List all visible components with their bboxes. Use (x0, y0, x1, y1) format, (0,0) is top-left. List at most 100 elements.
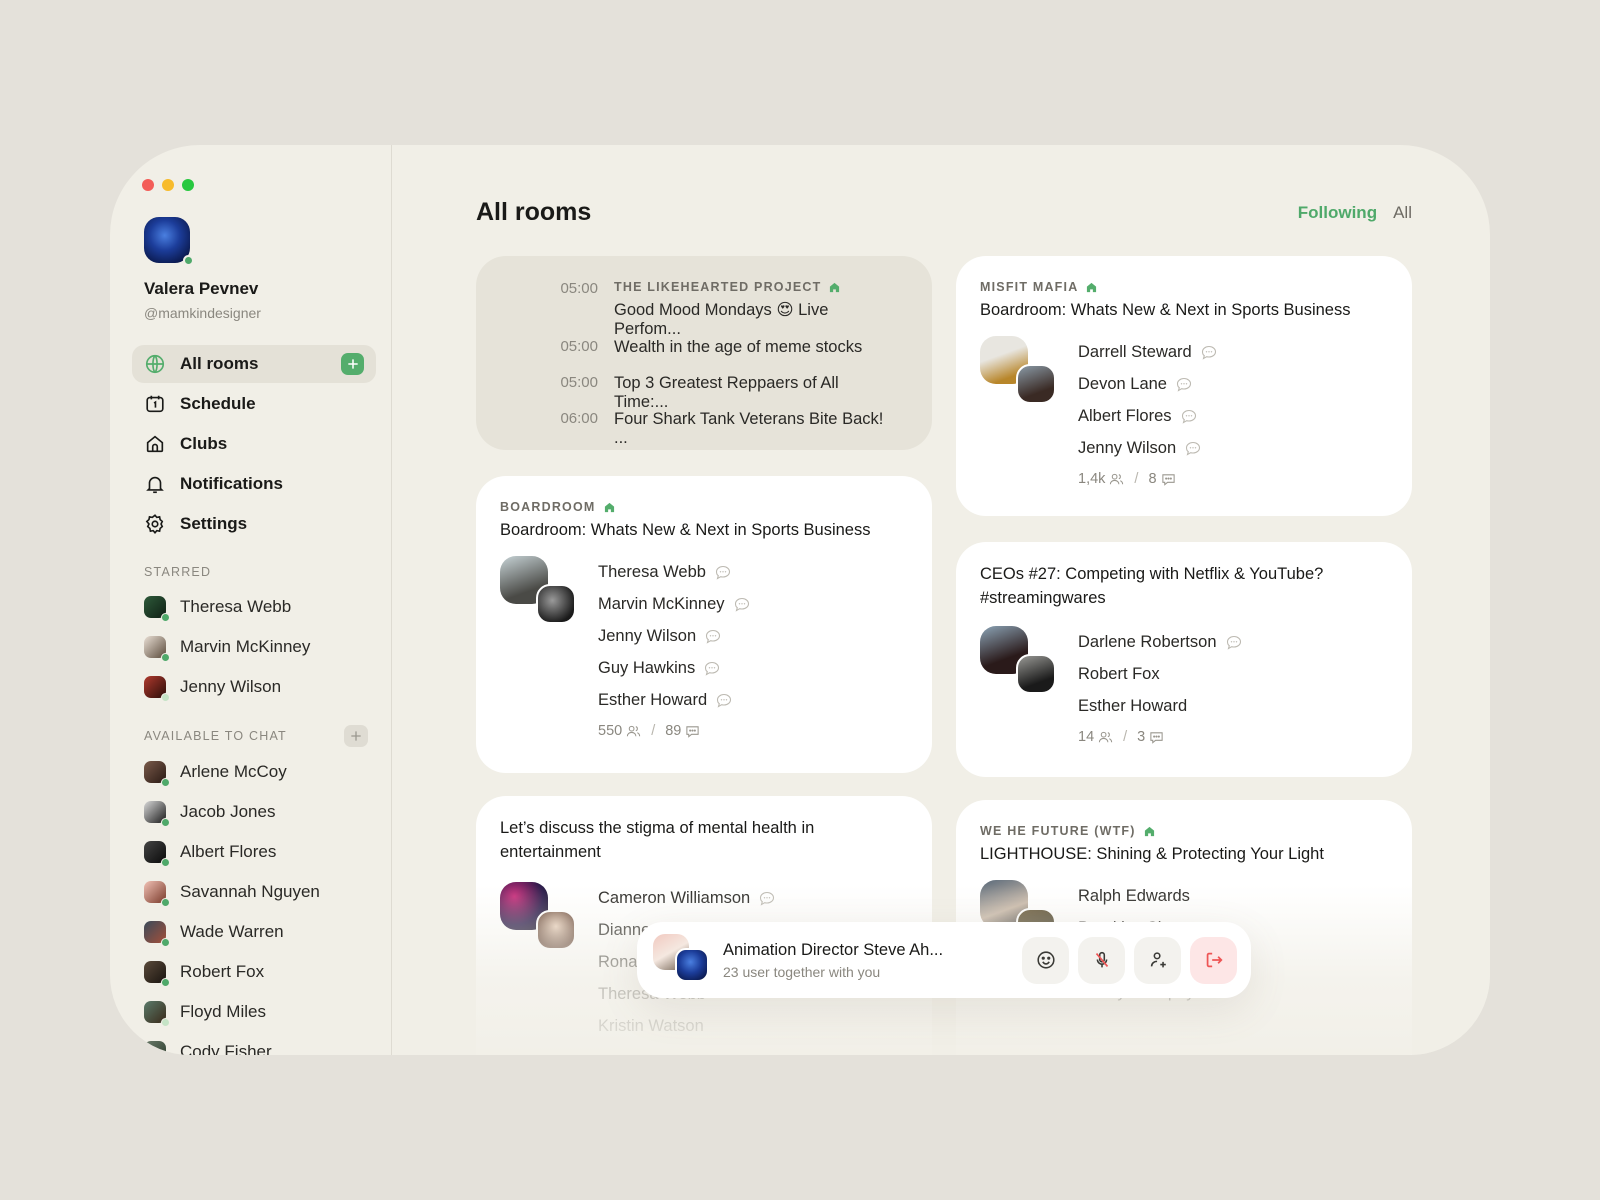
available-person[interactable]: Wade Warren (144, 912, 384, 952)
available-person[interactable]: Albert Flores (144, 832, 384, 872)
bell-icon (144, 473, 166, 495)
avatar (675, 948, 709, 982)
online-status-dot (161, 938, 170, 947)
avatar (144, 636, 170, 662)
online-status-dot (161, 613, 170, 622)
maximize-window-button[interactable] (182, 179, 194, 191)
speaker[interactable]: Esther Howard (598, 684, 908, 716)
room-stats: 14 / 3 (1078, 722, 1352, 752)
invite-button[interactable] (1134, 936, 1181, 984)
speaker[interactable]: Kristin Watson (598, 1010, 842, 1042)
speaker[interactable]: Esther Howard (1078, 690, 1352, 722)
starred-person[interactable]: Theresa Webb (144, 587, 384, 627)
speaker[interactable]: Ralph Edwards (1078, 880, 1388, 912)
speaker[interactable]: Darlene Robertson (1078, 626, 1352, 658)
add-contact-button[interactable] (344, 725, 368, 747)
now-playing-info[interactable]: Animation Director Steve Ah... 23 user t… (723, 941, 1022, 980)
speaker[interactable]: Jenny Wilson (598, 620, 908, 652)
speaker-name: Cameron Williamson (598, 888, 751, 907)
club-label: Misfit Mafia (980, 280, 1079, 294)
speaker-list: Theresa Webb Marvin McKinney Jenny Wilso… (598, 556, 908, 746)
schedule-card[interactable]: 05:00 The Likehearted Project Good Mood … (476, 256, 932, 450)
avatar (144, 881, 170, 907)
available-person[interactable]: Robert Fox (144, 952, 384, 992)
available-person[interactable]: Floyd Miles (144, 992, 384, 1032)
leave-room-button[interactable] (1190, 936, 1237, 984)
speaker[interactable]: Theresa Webb (598, 556, 908, 588)
filter-following-tab[interactable]: Following (1298, 203, 1377, 223)
starred-person[interactable]: Marvin McKinney (144, 627, 384, 667)
person-name: Marvin McKinney (180, 637, 311, 656)
now-playing-title: Animation Director Steve Ah... (723, 940, 944, 959)
starred-person[interactable]: Jenny Wilson (144, 667, 384, 707)
speaking-icon (1186, 441, 1201, 456)
chat-icon (1161, 473, 1175, 486)
speaker-avatars (500, 556, 598, 646)
club-house-icon (604, 502, 614, 512)
nav-item-all-rooms[interactable]: All rooms (132, 345, 376, 383)
speaker[interactable]: Jenny Wilson (1078, 432, 1388, 464)
nav-item-settings[interactable]: Settings (132, 505, 376, 543)
speaking-icon (1181, 409, 1196, 424)
users-icon (1110, 473, 1124, 484)
club-name: The Likehearted Project (614, 280, 886, 294)
schedule-item[interactable]: 05:00 Top 3 Greatest Reppaers of All Tim… (544, 374, 886, 411)
room-title: Let’s discuss the stigma of mental healt… (500, 819, 815, 861)
speaking-icon (705, 661, 720, 676)
room-card[interactable]: CEOs #27: Competing with Netflix & YouTu… (956, 542, 1412, 777)
filter-all-tab[interactable]: All (1393, 203, 1412, 223)
starred-section-label: Starred (144, 565, 212, 579)
plus-icon (347, 359, 358, 369)
nav-item-clubs[interactable]: Clubs (132, 425, 376, 463)
avatar (1016, 364, 1056, 404)
now-playing-bar[interactable]: Animation Director Steve Ah... 23 user t… (637, 922, 1251, 998)
club-label: We He Future (WTF) (980, 824, 1136, 838)
speaker[interactable]: Darrell Steward (1078, 336, 1388, 368)
create-room-button[interactable] (341, 353, 364, 375)
minimize-window-button[interactable] (162, 179, 174, 191)
person-name: Albert Flores (180, 842, 277, 861)
available-person[interactable]: Arlene McCoy (144, 752, 384, 792)
club-name: Boardroom (500, 500, 908, 514)
schedule-item[interactable]: 05:00 Wealth in the age of meme stocks (544, 338, 886, 374)
stats-separator: / (651, 723, 656, 739)
available-person[interactable]: Jacob Jones (144, 792, 384, 832)
nav-item-schedule[interactable]: Schedule (132, 385, 376, 423)
speaker-avatars (500, 882, 598, 972)
speaker[interactable]: Marvin McKinney (598, 588, 908, 620)
person-name: Wade Warren (180, 922, 284, 941)
speaking-icon (1176, 377, 1192, 392)
schedule-item[interactable]: 06:00 Four Shark Tank Veterans Bite Back… (544, 410, 886, 447)
available-list: Arlene McCoy Jacob Jones Albert Flores S… (144, 752, 384, 1055)
available-person[interactable]: Cody Fisher (144, 1032, 384, 1055)
close-window-button[interactable] (142, 179, 154, 191)
listener-count: 14 (1078, 729, 1095, 745)
listener-count: 550 (598, 723, 623, 739)
room-card[interactable]: Misfit Mafia Boardroom: Whats New & Next… (956, 256, 1412, 516)
room-card[interactable]: Boardroom Boardroom: Whats New & Next in… (476, 476, 932, 773)
main-nav: All rooms Schedule Clubs Notifications S… (132, 345, 376, 545)
speaker-name: Esther Howard (1078, 696, 1188, 715)
reaction-button[interactable] (1022, 936, 1069, 984)
schedule-item[interactable]: 05:00 The Likehearted Project Good Mood … (544, 280, 886, 338)
nav-item-notifications[interactable]: Notifications (132, 465, 376, 503)
nav-label: Notifications (180, 474, 283, 493)
add-user-icon (1150, 952, 1166, 968)
speaker[interactable]: Cameron Williamson (598, 882, 842, 914)
speaker-name: Jenny Wilson (1078, 438, 1177, 457)
schedule-title: Top 3 Greatest Reppaers of All Time:... (614, 374, 839, 411)
listener-count: 1,4k (1078, 471, 1106, 487)
speaker[interactable]: Albert Flores (1078, 400, 1388, 432)
speaker[interactable]: Devon Lane (1078, 368, 1388, 400)
profile-avatar[interactable] (144, 217, 194, 266)
mute-button[interactable] (1078, 936, 1125, 984)
avatar (144, 596, 170, 622)
profile-name: Valera Pevnev (144, 279, 259, 298)
speaker[interactable]: Robert Fox (1078, 658, 1352, 690)
chat-icon (1150, 731, 1163, 744)
speaker[interactable]: Guy Hawkins (598, 652, 908, 684)
club-label: The Likehearted Project (614, 280, 822, 294)
speaking-icon (1226, 635, 1241, 650)
available-person[interactable]: Savannah Nguyen (144, 872, 384, 912)
avatar (144, 841, 170, 867)
